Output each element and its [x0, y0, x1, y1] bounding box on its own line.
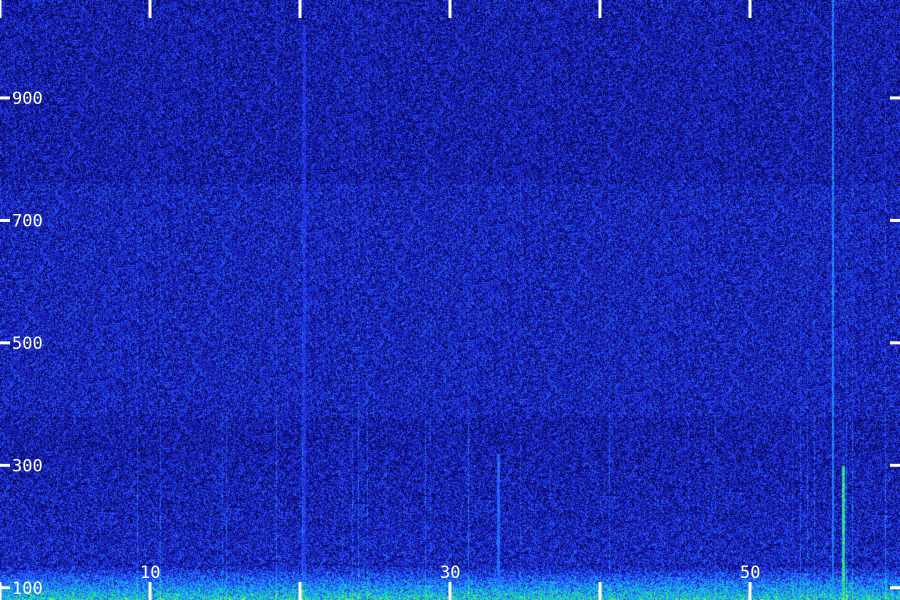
x-tick-label-30: 30: [440, 563, 460, 583]
x-tick-label-10: 10: [140, 563, 160, 583]
y-tick-label-100: 100: [12, 579, 43, 599]
y-tick-label-900: 900: [12, 89, 43, 109]
x-tick-label-50: 50: [740, 563, 760, 583]
y-tick-label-300: 300: [12, 456, 43, 476]
axes-overlay: 100 300 500 700 900 10 30 50: [0, 0, 900, 600]
y-tick-label-500: 500: [12, 334, 43, 354]
y-tick-label-700: 700: [12, 211, 43, 231]
